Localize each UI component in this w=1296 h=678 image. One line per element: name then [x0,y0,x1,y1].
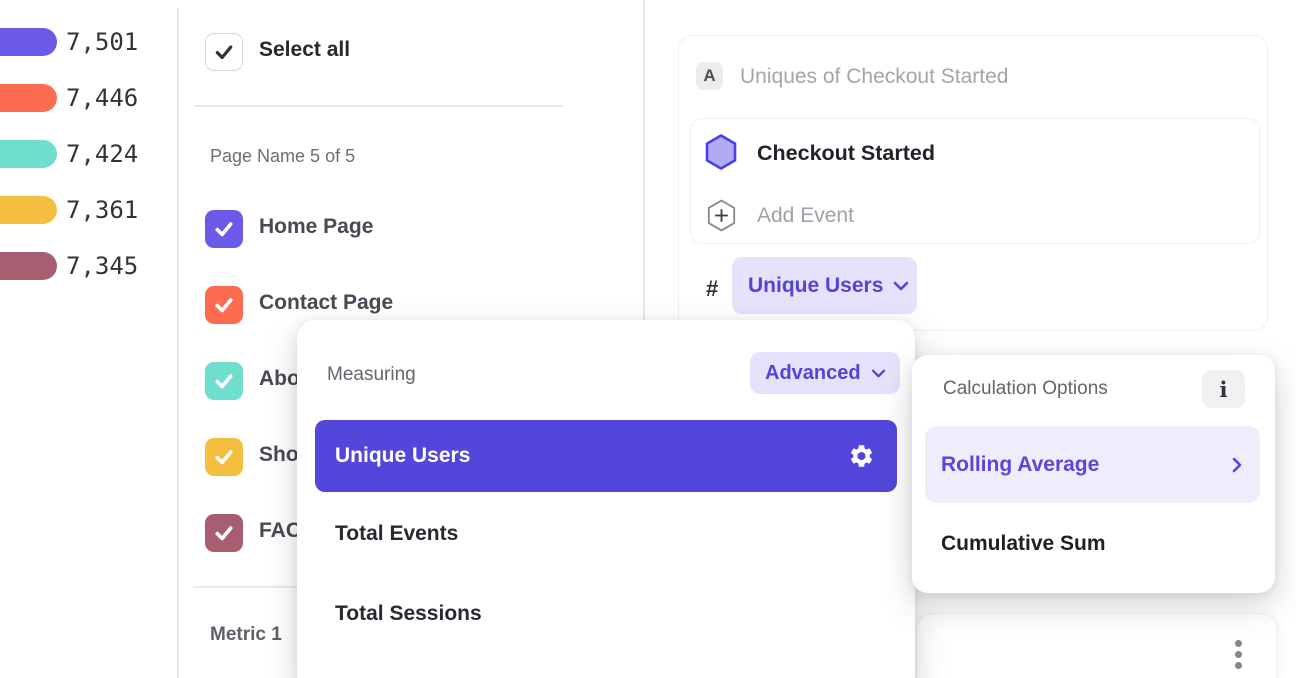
legend-value: 7,501 [66,28,138,56]
metric-footer-label: Metric 1 [210,624,282,646]
menu-option-total-events[interactable]: Total Events [335,522,458,546]
gear-icon[interactable] [848,443,875,470]
measure-type-symbol: # [706,273,718,305]
event-name[interactable]: Checkout Started [757,136,935,170]
menu-option-total-sessions[interactable]: Total Sessions [335,602,482,626]
select-all-label: Select all [259,38,350,62]
menu-option-label: Rolling Average [941,453,1099,477]
checkmark-icon [213,218,235,240]
calculation-options-menu: Calculation Options i Rolling Average Cu… [912,355,1275,593]
legend-value: 7,446 [66,84,138,112]
checkmark-icon [213,370,235,392]
legend-value: 7,345 [66,252,138,280]
item-checkbox[interactable] [205,362,243,400]
item-checkbox[interactable] [205,514,243,552]
legend-value: 7,424 [66,140,138,168]
menu-option-unique-users[interactable]: Unique Users [315,420,897,492]
legend-value: 7,361 [66,196,138,224]
menu-option-cumulative-sum[interactable]: Cumulative Sum [941,532,1106,556]
checkmark-icon [213,522,235,544]
filter-item-label: Contact Page [259,291,393,315]
filter-item-label: Abo [259,367,300,391]
item-checkbox[interactable] [205,286,243,324]
analytics-app-screen: 7,501 7,446 7,424 7,361 7,345 Se [0,0,1296,678]
series-badge: A [696,62,723,90]
measure-chip-label: Unique Users [748,274,883,298]
menu-option-rolling-average[interactable]: Rolling Average [925,426,1260,503]
legend-color-bar [0,196,57,224]
item-checkbox[interactable] [205,438,243,476]
checkmark-icon [213,41,235,63]
legend-color-bar [0,140,57,168]
group-label: Page Name 5 of 5 [210,146,355,167]
filter-item-label: Home Page [259,215,373,239]
advanced-mode-label: Advanced [765,362,861,385]
legend-item[interactable]: 7,446 [0,84,160,112]
chevron-right-icon [1232,457,1242,473]
metric-builder-card: A Uniques of Checkout Started Checkout S… [678,35,1268,331]
legend-color-bar [0,252,57,280]
legend-color-bar [0,84,57,112]
filter-item-label: Sho [259,443,299,467]
item-checkbox[interactable] [205,210,243,248]
legend-item[interactable]: 7,424 [0,140,160,168]
add-event-icon [707,199,736,232]
next-metric-card [916,613,1277,678]
add-event-button[interactable]: Add Event [757,200,854,232]
chevron-down-icon [893,281,909,291]
metric-title-input[interactable]: Uniques of Checkout Started [740,63,1009,91]
checkmark-icon [213,294,235,316]
event-block: Checkout Started Add Event [690,118,1260,244]
measuring-menu-title: Measuring [327,364,416,386]
measuring-menu: Measuring Advanced Unique Users Total Ev… [297,320,915,678]
menu-option-label: Unique Users [335,444,470,468]
legend-color-bar [0,28,57,56]
legend-item[interactable]: 7,361 [0,196,160,224]
legend-item[interactable]: 7,345 [0,252,160,280]
advanced-mode-chip[interactable]: Advanced [750,352,900,394]
filter-divider-top [194,105,563,107]
legend-item[interactable]: 7,501 [0,28,160,56]
calculation-options-title: Calculation Options [943,378,1108,400]
chevron-down-icon [871,369,886,378]
filter-item-label: FAC [259,519,301,543]
measure-chip[interactable]: Unique Users [732,257,917,314]
more-options-button[interactable] [1235,640,1243,673]
select-all-checkbox[interactable] [205,33,243,71]
checkmark-icon [213,446,235,468]
panel-divider-left [177,8,179,678]
event-hexagon-icon [705,134,737,170]
info-icon[interactable]: i [1202,370,1245,408]
